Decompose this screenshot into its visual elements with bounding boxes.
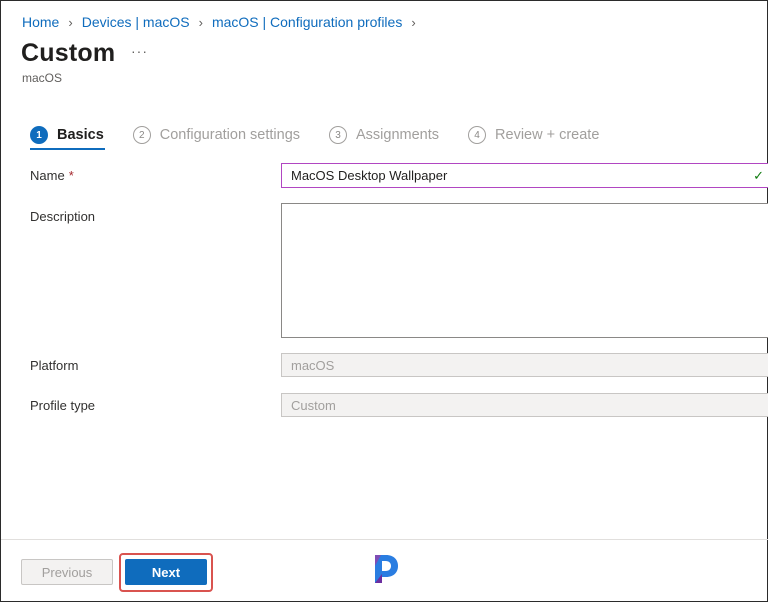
step-label: Configuration settings — [159, 127, 301, 143]
description-textarea[interactable] — [281, 203, 768, 338]
wizard-steps: 1 Basics 2 Configuration settings 3 Assi… — [30, 123, 628, 150]
name-input[interactable]: MacOS Desktop Wallpaper ✓ — [281, 163, 768, 188]
chevron-right-icon: › — [68, 14, 73, 30]
breadcrumb-configuration-profiles[interactable]: macOS | Configuration profiles — [212, 14, 402, 30]
more-options-icon[interactable]: ··· — [131, 43, 148, 59]
step-label: Basics — [57, 127, 104, 143]
page-frame: Home › Devices | macOS › macOS | Configu… — [0, 0, 768, 602]
page-subtitle: macOS — [22, 71, 63, 85]
page-title: Custom — [21, 39, 116, 67]
platform-label: Platform — [30, 358, 79, 373]
breadcrumb-devices-macos[interactable]: Devices | macOS — [82, 14, 190, 30]
tab-review-create[interactable]: 4 Review + create — [468, 126, 599, 144]
previous-button[interactable]: Previous — [21, 559, 113, 585]
platform-value: macOS — [291, 357, 335, 373]
description-label: Description — [30, 209, 96, 224]
step-number: 2 — [132, 126, 151, 144]
step-number: 3 — [329, 126, 348, 144]
check-icon: ✓ — [753, 168, 764, 183]
required-indicator: * — [68, 168, 74, 183]
tab-assignments[interactable]: 3 Assignments — [329, 126, 439, 144]
next-button[interactable]: Next — [125, 559, 207, 585]
chevron-right-icon: › — [198, 14, 203, 30]
step-label: Assignments — [356, 127, 440, 143]
prajwal-logo-icon — [375, 555, 398, 583]
step-label: Review + create — [495, 127, 600, 143]
profile-type-label: Profile type — [30, 398, 96, 413]
profile-type-field: Custom — [281, 393, 768, 417]
footer-divider — [1, 539, 768, 540]
breadcrumb: Home › Devices | macOS › macOS | Configu… — [22, 12, 425, 32]
step-number: 1 — [30, 126, 48, 144]
chevron-right-icon: › — [411, 14, 416, 30]
name-input-value: MacOS Desktop Wallpaper — [291, 168, 448, 183]
tab-configuration-settings[interactable]: 2 Configuration settings — [132, 126, 301, 144]
breadcrumb-home[interactable]: Home — [22, 14, 59, 30]
step-number: 4 — [468, 126, 487, 144]
profile-type-value: Custom — [291, 397, 336, 413]
tab-basics[interactable]: 1 Basics — [30, 126, 105, 150]
name-label: Name * — [30, 168, 74, 183]
platform-field: macOS — [281, 353, 768, 377]
